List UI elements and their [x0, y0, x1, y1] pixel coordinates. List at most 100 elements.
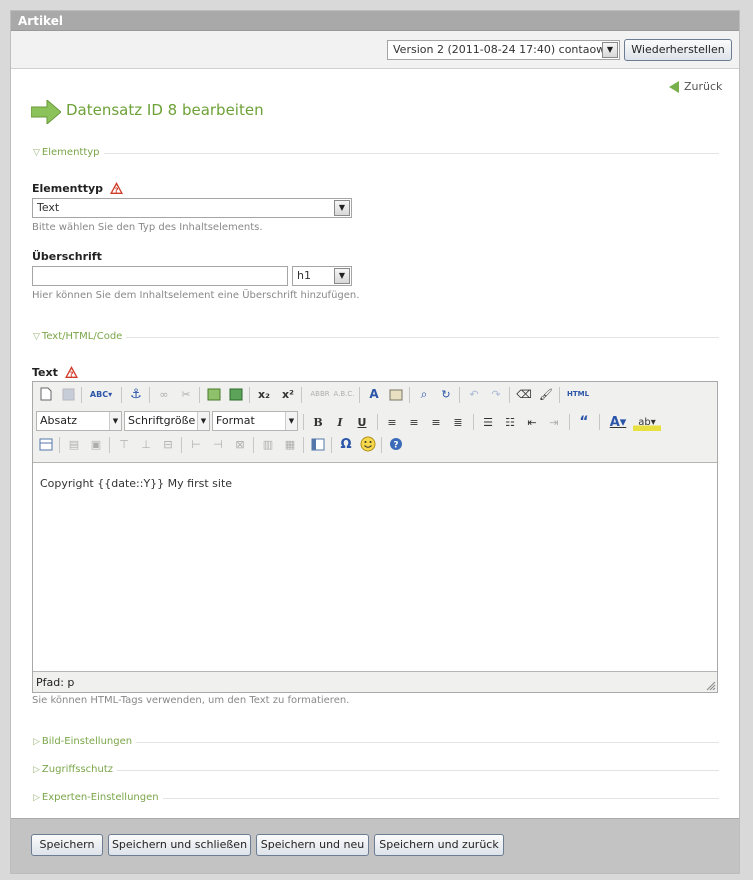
image-icon[interactable]: [205, 385, 223, 403]
heading-level-select[interactable]: h1 ▼: [292, 266, 352, 286]
collapse-triangle-icon: ▽: [33, 332, 40, 342]
text-hint: Sie können HTML-Tags verwenden, um den T…: [32, 695, 350, 706]
save-new-button[interactable]: Speichern und neu: [256, 834, 369, 856]
align-center-icon[interactable]: ≡: [405, 413, 423, 431]
image-manager-icon[interactable]: [227, 385, 245, 403]
toolbar-row-3: ▤ ▣ ⊤ ⊥ ⊟ ⊢ ⊣ ⊠ ▥ ▦ Ω ?: [33, 435, 717, 459]
link-icon[interactable]: ∞: [155, 385, 173, 403]
search-icon[interactable]: ⌕: [415, 385, 433, 403]
redo-icon[interactable]: ↷: [487, 385, 505, 403]
replace-icon[interactable]: ↻: [437, 385, 455, 403]
warning-icon: ?: [64, 366, 78, 378]
style-format-select[interactable]: Format ▼: [212, 411, 298, 431]
visual-aid-icon[interactable]: [309, 435, 327, 453]
save-close-button[interactable]: Speichern und schließen: [108, 834, 251, 856]
toolbar-separator: [559, 387, 560, 403]
toolbar-separator: [199, 387, 200, 403]
collapse-triangle-icon: ▽: [33, 148, 40, 158]
abbr-icon[interactable]: ABBR: [309, 385, 331, 403]
toolbar-separator: [409, 387, 410, 403]
section-divider: [33, 770, 719, 771]
section-bild[interactable]: ▷ Bild-Einstellungen: [33, 736, 137, 747]
smiley-icon[interactable]: [359, 435, 377, 453]
html-source-icon[interactable]: HTML: [565, 385, 591, 403]
toolbar-separator: [359, 387, 360, 403]
toolbar-separator: [109, 437, 110, 453]
section-bild-label: Bild-Einstellungen: [41, 736, 133, 747]
blockquote-icon[interactable]: “: [575, 413, 593, 431]
merge-cells-icon[interactable]: ▦: [281, 435, 299, 453]
outdent-icon[interactable]: ⇤: [523, 413, 541, 431]
insert-col-after-icon[interactable]: ⊣: [209, 435, 227, 453]
section-text-html-code[interactable]: ▽ Text/HTML/Code: [33, 331, 127, 342]
toolbar-separator: [249, 387, 250, 403]
italic-icon[interactable]: I: [331, 413, 349, 431]
font-style-icon[interactable]: A: [365, 385, 383, 403]
section-zugriff[interactable]: ▷ Zugriffsschutz: [33, 764, 118, 775]
cleanup-icon[interactable]: 🖌: [537, 385, 555, 403]
delete-col-icon[interactable]: ⊠: [231, 435, 249, 453]
insert-row-before-icon[interactable]: ⊤: [115, 435, 133, 453]
version-bar: Version 2 (2011-08-24 17:40) contaowiki …: [11, 31, 739, 69]
bold-icon[interactable]: B: [309, 413, 327, 431]
save-back-button[interactable]: Speichern und zurück: [374, 834, 504, 856]
editor-content[interactable]: Copyright {{date::Y}} My first site: [33, 462, 717, 672]
toolbar-separator: [599, 414, 600, 430]
elementtyp-select-value: Text: [37, 201, 60, 214]
anchor-icon[interactable]: ⚓: [127, 385, 145, 403]
subscript-icon[interactable]: x₂: [255, 385, 273, 403]
save-button[interactable]: Speichern: [31, 834, 103, 856]
toolbar-separator: [377, 414, 378, 430]
unlink-icon[interactable]: ✂: [177, 385, 195, 403]
numbered-list-icon[interactable]: ☷: [501, 413, 519, 431]
new-document-icon[interactable]: [37, 385, 55, 403]
remove-format-icon[interactable]: ⌫: [515, 385, 533, 403]
table-row-props-icon[interactable]: ▤: [65, 435, 83, 453]
insert-row-after-icon[interactable]: ⊥: [137, 435, 155, 453]
delete-row-icon[interactable]: ⊟: [159, 435, 177, 453]
block-format-select[interactable]: Absatz ▼: [36, 411, 122, 431]
acronym-icon[interactable]: A.B.C.: [333, 385, 355, 403]
attributes-icon[interactable]: [387, 385, 405, 403]
underline-icon[interactable]: U: [353, 413, 371, 431]
bullet-list-icon[interactable]: ☰: [479, 413, 497, 431]
insert-col-before-icon[interactable]: ⊢: [187, 435, 205, 453]
edit-table-icon[interactable]: [37, 435, 55, 453]
align-left-icon[interactable]: ≡: [383, 413, 401, 431]
spellcheck-icon[interactable]: ABC▾: [87, 385, 115, 403]
ueberschrift-label: Überschrift: [32, 250, 102, 263]
table-cell-props-icon[interactable]: ▣: [87, 435, 105, 453]
undo-icon[interactable]: ↶: [465, 385, 483, 403]
align-justify-icon[interactable]: ≣: [449, 413, 467, 431]
svg-text:?: ?: [393, 441, 398, 451]
version-select[interactable]: Version 2 (2011-08-24 17:40) contaowiki …: [387, 40, 620, 60]
toolbar-separator: [303, 414, 304, 430]
superscript-icon[interactable]: x²: [279, 385, 297, 403]
split-cells-icon[interactable]: ▥: [259, 435, 277, 453]
align-right-icon[interactable]: ≡: [427, 413, 445, 431]
elementtyp-label: Elementtyp ?: [32, 182, 123, 195]
highlight-color-icon[interactable]: ab▾: [633, 413, 661, 431]
resize-handle-icon[interactable]: [706, 681, 716, 691]
section-experten[interactable]: ▷ Experten-Einstellungen: [33, 792, 163, 803]
restore-button[interactable]: Wiederherstellen: [624, 39, 732, 61]
toolbar-separator: [301, 387, 302, 403]
indent-icon[interactable]: ⇥: [545, 413, 563, 431]
back-link[interactable]: Zurück: [669, 80, 722, 93]
elementtyp-hint: Bitte wählen Sie den Typ des Inhaltselem…: [32, 222, 263, 233]
text-color-icon[interactable]: A▾: [605, 413, 631, 431]
special-char-icon[interactable]: Ω: [337, 435, 355, 453]
toolbar-separator: [331, 437, 332, 453]
font-size-value: Schriftgröße: [128, 414, 196, 427]
chevron-down-icon: ▼: [285, 412, 297, 430]
font-size-select[interactable]: Schriftgröße ▼: [124, 411, 210, 431]
section-elementtyp[interactable]: ▽ Elementtyp: [33, 147, 104, 158]
ueberschrift-input[interactable]: [32, 266, 288, 286]
elementtyp-select[interactable]: Text ▼: [32, 198, 352, 218]
chevron-down-icon: ▼: [109, 412, 121, 430]
help-icon[interactable]: ?: [387, 435, 405, 453]
save-icon[interactable]: [59, 385, 77, 403]
toolbar-separator: [569, 414, 570, 430]
version-select-value: Version 2 (2011-08-24 17:40) contaowiki: [393, 43, 618, 56]
toolbar-separator: [459, 387, 460, 403]
